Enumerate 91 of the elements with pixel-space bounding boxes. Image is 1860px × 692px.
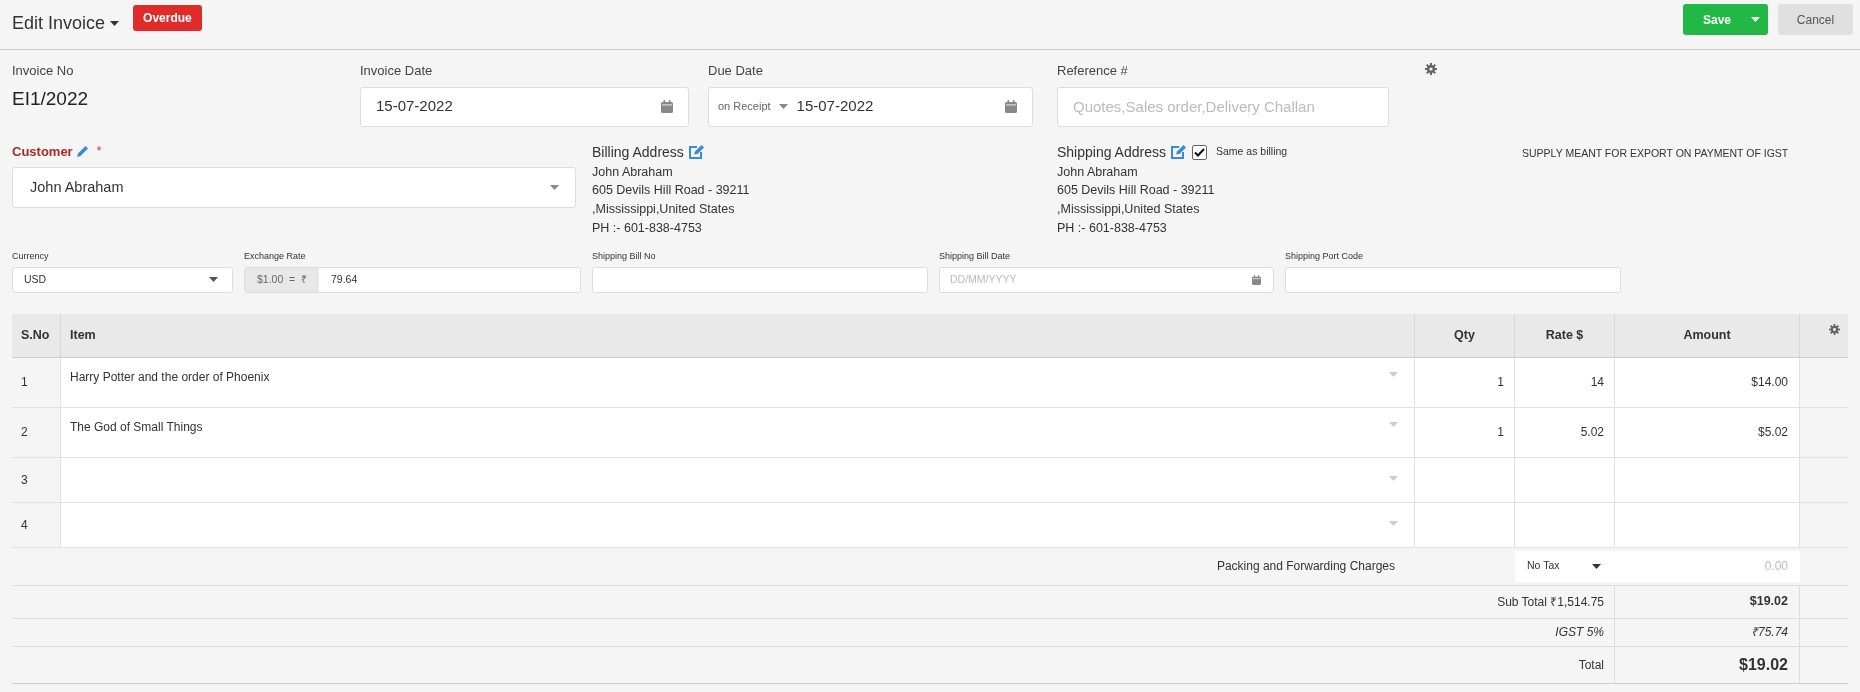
total-label: Total [1578,656,1604,674]
address-heading: Shipping Address [1057,142,1166,162]
field-label: Shipping Port Code [1285,250,1365,264]
page-title: Edit Invoice [12,12,106,35]
cancel-button[interactable]: Cancel [1778,4,1853,35]
rate-prefix: $1.00 = ₹ [245,267,319,292]
customer-dropdown[interactable]: John Abraham [12,167,576,208]
address-line: ,Mississippi,United States [1057,200,1201,218]
rate-cell[interactable]: 14 [1515,357,1615,408]
table-cell[interactable] [1615,457,1800,503]
caret-icon [209,277,218,283]
address-line: John Abraham [1057,163,1139,181]
checkbox-label: Same as billing [1215,144,1288,160]
address-line: ,Mississippi,United States [592,200,736,218]
caret-icon [1389,520,1398,526]
field-label: Invoice No [12,62,75,80]
same-as-billing-checkbox[interactable] [1191,144,1207,160]
exchange-rate-field[interactable]: $1.00 = ₹ 79.64 [244,266,581,293]
table-cell[interactable] [1615,502,1800,548]
caret-icon [1592,563,1601,569]
field-label: Shipping Bill No [592,250,657,264]
column-header: Item [61,313,1415,357]
address-line: 605 Devils Hill Road - 39211 [592,182,751,200]
item-dropdown[interactable] [61,502,1415,548]
table-cell[interactable] [1515,457,1615,503]
field-label: Exchange Rate [244,250,307,264]
total-value: $19.02 [1739,654,1788,675]
caret-icon [1751,17,1761,22]
table-cell[interactable] [1415,457,1515,503]
row-number: 3 [12,457,61,503]
edit-icon[interactable] [1169,144,1186,160]
table-cell[interactable] [1515,502,1615,548]
quantity-cell[interactable]: 1 [1415,407,1515,458]
column-header: S.No [12,313,61,357]
settings-icon[interactable] [1425,63,1437,75]
supply-note: SUPPLY MEANT FOR EXPORT ON PAYMENT OF IGST [1522,145,1789,161]
subtotal-value: $19.02 [1749,593,1788,611]
customer-label: Customer [12,142,73,161]
caret-icon [550,185,559,190]
required-mark: * [96,142,102,160]
caret-icon [110,21,120,26]
invoice-number: EI1/2022 [12,86,90,111]
status-badge: Overdue [133,5,202,31]
terms-dropdown[interactable]: on Receipt [718,98,788,115]
text-field[interactable] [1285,266,1621,293]
currency-dropdown[interactable]: USD [12,266,233,293]
field-label: Reference # [1057,62,1129,80]
exchange-rate-input[interactable]: 79.64 [319,267,580,292]
item-dropdown[interactable]: The God of Small Things [61,407,1415,458]
tax-value: ₹75.74 [1750,624,1788,642]
table-cell[interactable] [1415,502,1515,548]
row-number: 4 [12,502,61,548]
field-label: Invoice Date [360,62,434,80]
charges-label: Packing and Forwarding Charges [1216,558,1395,576]
caret-icon [1389,421,1398,427]
address-line: 605 Devils Hill Road - 39211 [1057,182,1216,200]
column-header: Rate $ [1515,313,1615,357]
item-dropdown[interactable] [61,457,1415,503]
edit-icon[interactable] [687,144,704,160]
pencil-icon[interactable] [76,145,89,158]
due-date-value[interactable]: 15-07-2022 [796,95,874,118]
rate-cell[interactable]: 5.02 [1515,407,1615,458]
caret-icon [778,104,788,109]
address-heading: Billing Address [592,142,684,162]
address-line: John Abraham [592,163,674,181]
charges-field[interactable]: 0.00 [1615,550,1800,582]
date-field[interactable]: 15-07-2022 [360,86,689,127]
reference-field[interactable]: Quotes,Sales order,Delivery Challan [1057,86,1389,127]
caret-icon [1389,371,1398,377]
row-number: 1 [12,357,61,408]
tax-dropdown[interactable]: No Tax [1515,550,1615,582]
settings-icon[interactable] [1829,323,1840,335]
column-header: Amount [1615,313,1800,357]
field-label: Due Date [708,62,764,80]
calendar-icon[interactable] [1252,274,1261,285]
calendar-icon[interactable] [1005,100,1017,113]
address-line: PH :- 601-838-4753 [592,219,703,237]
text-field[interactable] [592,266,928,293]
amount-cell[interactable]: $5.02 [1615,407,1800,458]
caret-icon [1389,475,1398,481]
amount-cell[interactable]: $14.00 [1615,357,1800,408]
item-dropdown[interactable]: Harry Potter and the order of Phoenix [61,357,1415,408]
quantity-cell[interactable]: 1 [1415,357,1515,408]
address-line: PH :- 601-838-4753 [1057,219,1168,237]
row-number: 2 [12,407,61,458]
field-label: Currency [12,250,50,264]
column-header: Qty [1415,313,1515,357]
field-label: Shipping Bill Date [939,250,1012,264]
calendar-icon[interactable] [661,100,673,113]
subtotal-label: Sub Total ₹1,514.75 [1497,593,1604,611]
tax-label: IGST 5% [1555,624,1604,642]
